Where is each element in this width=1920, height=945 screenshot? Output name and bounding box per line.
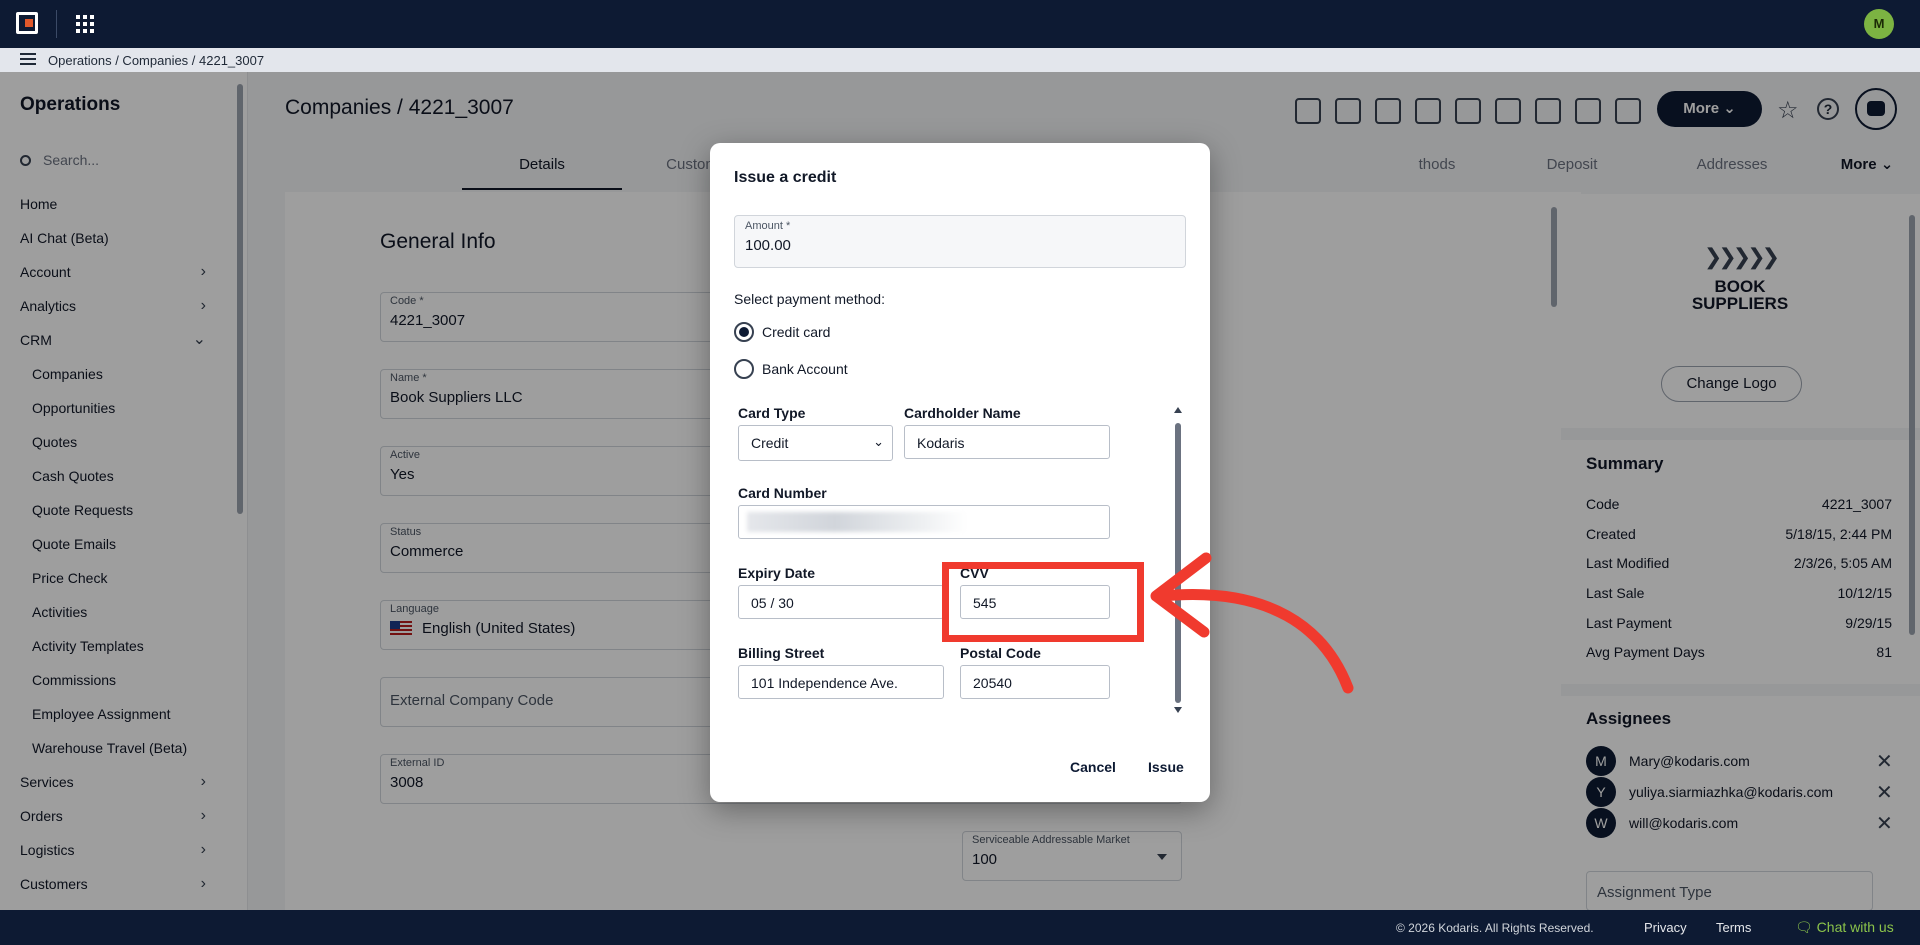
privacy-link[interactable]: Privacy (1644, 920, 1687, 935)
card-type-value: Credit (751, 435, 789, 451)
card-number-redacted (747, 512, 967, 532)
issue-button[interactable]: Issue (1148, 759, 1184, 775)
cardholder-label: Cardholder Name (904, 405, 1021, 421)
billing-street-label: Billing Street (738, 645, 825, 661)
user-avatar[interactable]: M (1864, 9, 1894, 39)
menu-icon[interactable] (20, 53, 36, 65)
postal-code-value: 20540 (973, 675, 1012, 691)
terms-link[interactable]: Terms (1716, 920, 1751, 935)
expiry-value: 05 / 30 (751, 595, 794, 611)
issue-credit-dialog: Issue a credit Amount * 100.00 Select pa… (710, 143, 1210, 802)
chevron-down-icon: ⌄ (873, 434, 884, 449)
radio-unselected-icon (734, 359, 754, 379)
dialog-title: Issue a credit (734, 169, 837, 186)
card-number-label: Card Number (738, 485, 827, 501)
bank-account-radio[interactable]: Bank Account (734, 356, 934, 380)
scroll-up-icon[interactable] (1174, 407, 1182, 413)
copyright: © 2026 Kodaris. All Rights Reserved. (1396, 921, 1594, 935)
footer: © 2026 Kodaris. All Rights Reserved. Pri… (0, 910, 1920, 945)
billing-street-input[interactable]: 101 Independence Ave. (738, 665, 944, 699)
credit-card-radio[interactable]: Credit card (734, 319, 934, 343)
amount-field[interactable]: Amount * 100.00 (734, 215, 1186, 268)
chat-icon: 🗨 (1795, 919, 1813, 935)
divider (56, 10, 57, 38)
postal-code-input[interactable]: 20540 (960, 665, 1110, 699)
breadcrumb[interactable]: Operations / Companies / 4221_3007 (48, 53, 264, 68)
expiry-label: Expiry Date (738, 565, 816, 581)
cancel-button[interactable]: Cancel (1070, 759, 1116, 775)
card-type-select[interactable]: Credit ⌄ (738, 425, 893, 461)
payment-method-label: Select payment method: (734, 291, 885, 307)
apps-grid-icon[interactable] (76, 15, 94, 33)
top-bar: M (0, 0, 1920, 48)
amount-value: 100.00 (745, 237, 791, 254)
chat-label: Chat with us (1816, 919, 1894, 935)
card-number-input[interactable] (738, 505, 1110, 539)
cardholder-value: Kodaris (917, 435, 965, 451)
cardholder-input[interactable]: Kodaris (904, 425, 1110, 459)
radio-selected-icon (734, 322, 754, 342)
annotation-highlight-box (942, 562, 1144, 642)
card-details-frame: Card Type Credit ⌄ Cardholder Name Kodar… (734, 405, 1186, 715)
radio-label: Credit card (762, 324, 831, 340)
expiry-input[interactable]: 05 / 30 (738, 585, 944, 619)
breadcrumb-bar: Operations / Companies / 4221_3007 (0, 48, 1920, 72)
annotation-arrow-icon (1150, 552, 1354, 694)
billing-street-value: 101 Independence Ave. (751, 675, 898, 691)
postal-code-label: Postal Code (960, 645, 1041, 661)
card-type-label: Card Type (738, 405, 806, 421)
amount-label: Amount * (745, 220, 791, 232)
radio-label: Bank Account (762, 361, 848, 377)
chat-button[interactable]: 🗨 Chat with us (1795, 919, 1894, 936)
kodaris-logo-icon[interactable] (16, 12, 38, 34)
